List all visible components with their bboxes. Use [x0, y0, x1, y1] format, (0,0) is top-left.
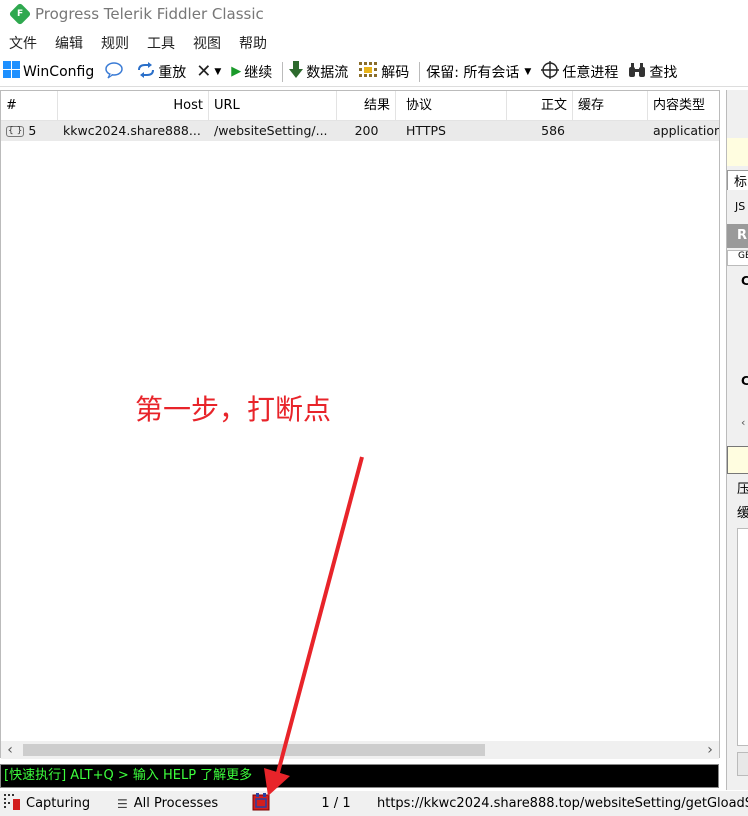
filter-icon: ☰ [117, 796, 128, 811]
quickexec-input[interactable]: [快速执行] ALT+Q > 输入 HELP 了解更多 [0, 764, 719, 788]
replay-arrows-icon [137, 61, 155, 82]
menu-tools[interactable]: 工具 [147, 33, 175, 53]
find-button[interactable]: 查找 [628, 62, 677, 82]
inspector-panel: 标 JS R GE C C ‹ 压 缓 [726, 90, 748, 790]
decode-button[interactable]: 解码 [358, 61, 409, 83]
windows-logo-icon [3, 61, 20, 82]
inspector-tab[interactable]: 标 [727, 170, 748, 190]
process-filter-label: All Processes [133, 796, 219, 811]
replay-label: 重放 [158, 64, 187, 81]
request-header-label: R [727, 224, 748, 248]
replay-button[interactable]: 重放 [137, 61, 187, 82]
session-protocol: HTTPS [406, 123, 446, 138]
session-host: kkwc2024.share888... [63, 123, 201, 138]
json-session-icon: { } [6, 125, 25, 137]
response-footer [737, 752, 748, 776]
inspector-label: 压 [727, 478, 748, 498]
chevron-down-icon: ▼ [524, 66, 532, 77]
session-body: 586 [541, 123, 565, 138]
crosshair-icon [541, 60, 560, 83]
inspector-section-label: C [727, 374, 748, 390]
stream-down-arrow-icon [289, 60, 304, 83]
any-process-button[interactable]: 任意进程 [541, 60, 619, 83]
response-body-box[interactable] [737, 528, 748, 746]
status-bar: Capturing ☰ All Processes 1 / 1 https://… [0, 791, 748, 816]
close-icon: ✕ [196, 61, 212, 82]
decode-label: 解码 [381, 64, 410, 81]
inspector-format-label[interactable]: JS [727, 200, 748, 218]
column-id[interactable]: # [1, 91, 58, 121]
request-line: GE [727, 250, 748, 266]
session-caching [573, 121, 648, 141]
column-caching[interactable]: 缓存 [573, 91, 648, 121]
continue-button[interactable]: ▶ 继续 [231, 62, 272, 82]
session-count: 1 / 1 [321, 796, 351, 811]
scroll-right-arrow-icon[interactable]: › [701, 741, 719, 759]
play-icon: ▶ [231, 64, 242, 79]
stream-label: 数据流 [306, 64, 349, 81]
any-process-label: 任意进程 [562, 64, 619, 81]
breakpoint-toggle[interactable] [243, 792, 303, 816]
session-result: 200 [354, 123, 379, 138]
toolbar-divider [419, 61, 421, 82]
decode-grid-icon [358, 61, 378, 83]
scroll-left-arrow-icon[interactable]: ‹ [1, 741, 19, 759]
scrollbar-thumb[interactable] [23, 744, 485, 756]
column-url[interactable]: URL [209, 91, 337, 121]
continue-label: 继续 [244, 64, 273, 81]
binoculars-icon [628, 62, 646, 82]
speech-bubble-icon [104, 61, 124, 83]
window-title: Progress Telerik Fiddler Classic [35, 5, 264, 23]
menu-file[interactable]: 文件 [9, 33, 37, 53]
winconfig-button[interactable]: WinConfig [3, 61, 94, 82]
breakpoint-icon [251, 792, 271, 816]
inspector-section-label: C [727, 274, 748, 290]
column-host[interactable]: Host [58, 91, 209, 121]
comment-button[interactable] [104, 61, 127, 83]
inspector-label: 缓 [727, 502, 748, 522]
remove-button[interactable]: ✕ ▼ [196, 61, 221, 82]
menu-edit[interactable]: 编辑 [55, 33, 83, 53]
session-content-type: application_ [653, 123, 719, 138]
toolbar-divider [282, 61, 284, 82]
response-info-bar [727, 446, 748, 474]
column-protocol[interactable]: 协议 [396, 91, 507, 121]
sessions-list[interactable]: # Host URL 结果 协议 正文 缓存 内容类型 { } 5 kkwc20… [0, 90, 720, 759]
sessions-column-header: # Host URL 结果 协议 正文 缓存 内容类型 [1, 91, 719, 121]
title-bar: F Progress Telerik Fiddler Classic [0, 0, 748, 28]
process-filter[interactable]: ☰ All Processes [111, 796, 243, 811]
column-body[interactable]: 正文 [507, 91, 573, 121]
column-content-type[interactable]: 内容类型 [648, 91, 719, 121]
status-url: https://kkwc2024.share888.top/websiteSet… [377, 796, 748, 811]
fiddler-logo-icon: F [8, 2, 32, 26]
inspector-info-bar [727, 138, 748, 166]
menu-rules[interactable]: 规则 [101, 33, 129, 53]
menu-view[interactable]: 视图 [193, 33, 221, 53]
menu-help[interactable]: 帮助 [239, 33, 267, 53]
session-url: /websiteSetting/... [214, 123, 328, 138]
horizontal-scrollbar[interactable]: ‹ › [1, 741, 719, 759]
menu-bar: 文件 编辑 规则 工具 视图 帮助 [0, 31, 748, 55]
capturing-label: Capturing [26, 796, 91, 811]
winconfig-label: WinConfig [23, 63, 95, 80]
capturing-icon [3, 793, 23, 815]
chevron-down-icon: ▼ [214, 66, 222, 77]
keep-sessions-dropdown[interactable]: 保留: 所有会话 ▼ [426, 62, 531, 82]
capturing-toggle[interactable]: Capturing [3, 793, 111, 815]
session-id: 5 [28, 123, 37, 138]
column-result[interactable]: 结果 [337, 91, 396, 121]
keep-sessions-label: 保留: 所有会话 [426, 64, 520, 81]
toolbar: WinConfig 重放 ✕ ▼ ▶ 继续 数据流 解码 保留: 所有会话 ▼ [0, 57, 748, 87]
stream-button[interactable]: 数据流 [289, 60, 349, 83]
find-label: 查找 [649, 64, 678, 81]
scroll-left-arrow-icon[interactable]: ‹ [727, 416, 748, 432]
table-row[interactable]: { } 5 kkwc2024.share888... /websiteSetti… [1, 121, 719, 141]
annotation-text: 第一步，打断点 [135, 393, 332, 426]
